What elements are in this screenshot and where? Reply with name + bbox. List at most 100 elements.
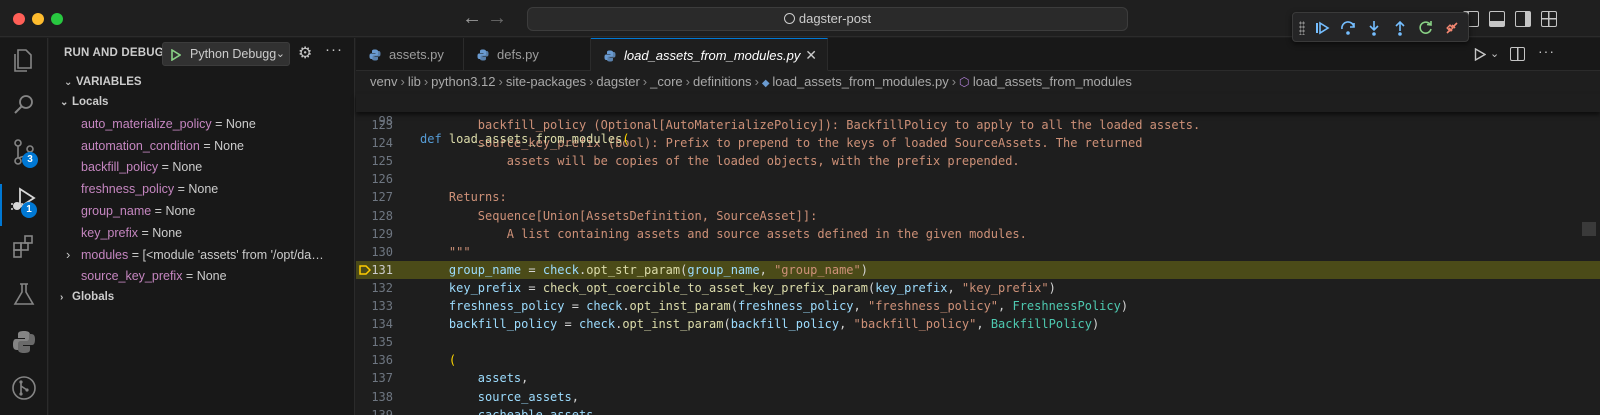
variable-key-prefix[interactable]: key_prefix = None — [49, 223, 355, 245]
var-token: check — [578, 317, 616, 332]
sidebar-title: RUN AND DEBUG — [64, 47, 164, 59]
run-and-debug-sidebar: RUN AND DEBUG Python Debugg ⌄ ⚙ ··· ⌄ VAR… — [49, 38, 355, 415]
close-window-button[interactable] — [13, 13, 25, 25]
tab-defs-py[interactable]: defs.py — [464, 38, 591, 71]
breadcrumb-item[interactable]: venv — [370, 74, 397, 89]
toggle-secondary-sidebar-icon[interactable] — [1515, 11, 1531, 27]
locals-label: Locals — [72, 96, 109, 108]
maximize-window-button[interactable] — [51, 13, 63, 25]
variable-value: [<module 'assets' from '/opt/da… — [142, 248, 324, 263]
code-line[interactable]: 132 key_prefix = check_opt_coercible_to_… — [356, 279, 1600, 297]
python-icon[interactable] — [8, 326, 40, 358]
restart-icon[interactable] — [1415, 17, 1437, 39]
code-line[interactable]: 127 Returns: — [356, 188, 1600, 206]
breadcrumb-item[interactable]: site-packages — [506, 74, 586, 89]
code-line[interactable]: 128 Sequence[Union[AssetsDefinition, Sou… — [356, 207, 1600, 225]
chevron-down-icon[interactable]: ⌄ — [276, 43, 285, 65]
breadcrumb-item[interactable]: definitions — [693, 74, 752, 89]
back-arrow-icon[interactable]: ← — [462, 7, 482, 29]
doc-token: assets will be copies of the loaded obje… — [420, 154, 1020, 169]
testing-icon[interactable] — [8, 279, 40, 311]
code-line[interactable]: 134 backfill_policy = check.opt_inst_par… — [356, 315, 1600, 333]
variable-source-key-prefix[interactable]: source_key_prefix = None — [49, 266, 355, 288]
python-file-icon: ◆ — [761, 78, 773, 89]
variables-label: VARIABLES — [76, 76, 142, 88]
continue-icon[interactable] — [1311, 17, 1333, 39]
breadcrumb-item[interactable]: python3.12 — [431, 74, 495, 89]
gear-icon[interactable]: ⚙ — [298, 43, 312, 63]
more-actions-icon[interactable]: ··· — [325, 41, 343, 58]
plain-token: ( — [723, 317, 731, 332]
variable-backfill-policy[interactable]: backfill_policy = None — [49, 157, 355, 179]
code-line[interactable]: 139 cacheable_assets, — [356, 406, 1600, 415]
debug-configuration-select[interactable]: Python Debugg ⌄ — [162, 42, 290, 66]
doc-token: Returns: — [420, 190, 507, 205]
chevron-down-icon: ⌄ — [64, 77, 73, 88]
plain-token: ( — [730, 299, 738, 313]
code-line[interactable]: 125 assets will be copies of the loaded … — [356, 152, 1600, 170]
minimize-window-button[interactable] — [32, 13, 44, 25]
source-control-badge: 3 — [22, 152, 38, 168]
breadcrumb-item[interactable]: dagster — [596, 74, 639, 89]
run-python-file-icon[interactable] — [1474, 48, 1486, 61]
search-icon — [783, 13, 795, 24]
command-center-search[interactable]: dagster-post — [527, 7, 1128, 31]
close-tab-icon[interactable]: ✕ — [805, 39, 817, 72]
split-editor-icon[interactable] — [1510, 47, 1525, 61]
code-line[interactable]: 129 A list containing assets and source … — [356, 225, 1600, 243]
breadcrumb-item[interactable]: load_assets_from_modules.py — [772, 74, 948, 89]
line-text: freshness_policy = check.opt_inst_param(… — [420, 297, 1128, 315]
chevron-down-icon[interactable]: ⌄ — [1490, 47, 1499, 60]
code-line[interactable]: 126 — [356, 170, 1600, 188]
breadcrumb-separator: › — [400, 74, 405, 89]
var-token: freshness_policy — [448, 299, 565, 313]
code-line[interactable]: 138 source_assets, — [356, 388, 1600, 406]
variable-auto-materialize-policy[interactable]: auto_materialize_policy = None — [49, 114, 355, 136]
breadcrumb-separator: › — [423, 74, 429, 89]
minimap-slider[interactable] — [1582, 222, 1596, 236]
python-file-icon — [604, 50, 616, 62]
sticky-scroll-line[interactable]: 98 def load_assets_from_modules( — [356, 94, 1600, 146]
cls-token: BackfillPolicy — [990, 317, 1092, 332]
extensions-icon[interactable] — [8, 231, 40, 263]
drag-handle-icon[interactable] — [1299, 21, 1305, 35]
variable-freshness-policy[interactable]: freshness_policy = None — [49, 179, 355, 201]
current-execution-line[interactable]: 131 group_name = check.opt_str_param(gro… — [356, 260, 1600, 279]
plain-token: ) — [860, 262, 868, 277]
more-actions-icon[interactable]: ··· — [1538, 43, 1555, 59]
globals-scope[interactable]: › Globals — [49, 287, 355, 309]
code-line[interactable]: 130 """ — [356, 243, 1600, 261]
breadcrumb-item[interactable]: lib — [408, 74, 421, 89]
customize-layout-icon[interactable] — [1541, 11, 1557, 27]
breadcrumb-item[interactable]: _core — [650, 74, 683, 89]
step-out-icon[interactable] — [1389, 17, 1411, 39]
git-graph-icon[interactable] — [8, 372, 40, 404]
code-line[interactable]: 136 ( — [356, 351, 1600, 369]
variables-section-header[interactable]: ⌄ VARIABLES — [49, 71, 355, 93]
forward-arrow-icon[interactable]: → — [487, 7, 507, 29]
toggle-panel-icon[interactable] — [1489, 11, 1505, 27]
tab-load-assets-from-modules-py[interactable]: load_assets_from_modules.py ✕ — [591, 38, 828, 71]
fn-token: opt_inst_param — [622, 317, 724, 332]
variable-modules[interactable]: › modules = [<module 'assets' from '/opt/… — [49, 244, 355, 266]
tab-assets-py[interactable]: assets.py — [356, 38, 464, 71]
variable-value: None — [165, 203, 196, 218]
line-text: ( — [420, 351, 456, 369]
variable-automation-condition[interactable]: automation_condition = None — [49, 136, 355, 158]
code-line[interactable]: 133 freshness_policy = check.opt_inst_pa… — [356, 297, 1600, 315]
code-editor[interactable]: 98 def load_assets_from_modules( 123 bac… — [356, 94, 1600, 415]
explorer-icon[interactable] — [8, 44, 40, 76]
code-line[interactable]: 137 assets, — [356, 369, 1600, 387]
disconnect-icon[interactable] — [1441, 17, 1463, 39]
breadcrumb-item[interactable]: load_assets_from_modules — [973, 74, 1132, 89]
search-icon[interactable] — [8, 89, 40, 121]
step-over-icon[interactable] — [1337, 17, 1359, 39]
variable-group-name[interactable]: group_name = None — [49, 201, 355, 223]
locals-scope[interactable]: ⌄ Locals — [49, 92, 355, 114]
code-line[interactable]: 135 — [356, 333, 1600, 351]
variable-value: None — [225, 117, 256, 131]
step-into-icon[interactable] — [1363, 17, 1385, 39]
variable-value: None — [214, 138, 244, 153]
chevron-right-icon[interactable]: › — [66, 244, 81, 266]
